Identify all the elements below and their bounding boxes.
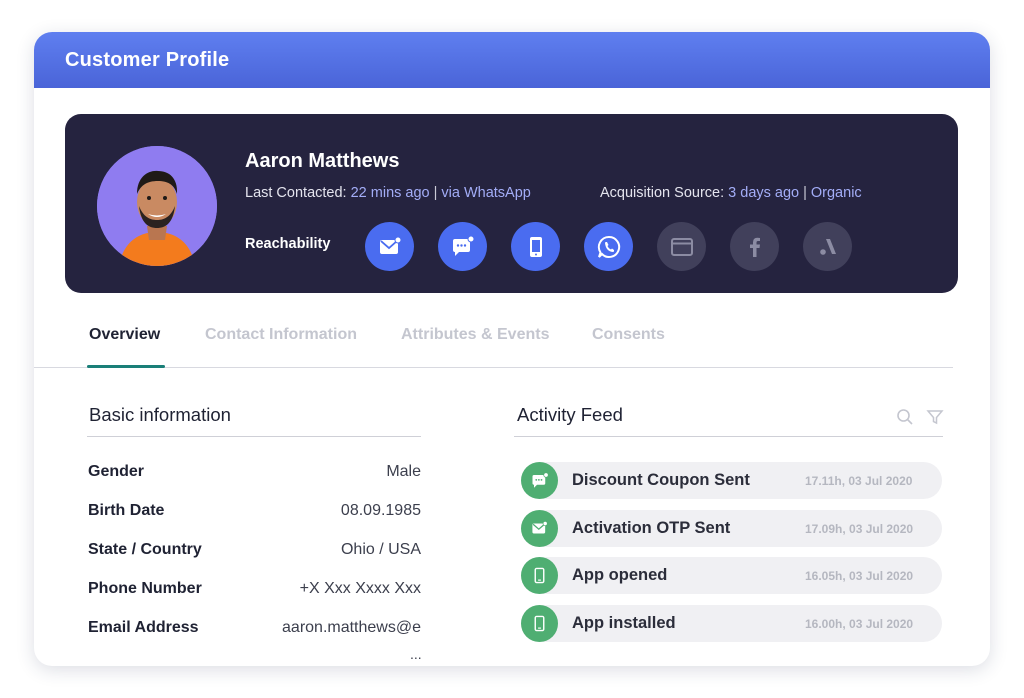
customer-profile-card: Customer Profile Aaron Matthews Last Con… [34, 32, 990, 666]
feed-item-icon [521, 462, 558, 499]
channel-mobile-push[interactable] [511, 222, 560, 271]
tab-consents[interactable]: Consents [592, 326, 665, 344]
reachability-channels [365, 222, 852, 271]
info-value: 08.09.1985 [340, 502, 421, 519]
separator: | [433, 185, 438, 201]
web-push-icon [670, 237, 693, 256]
mobile-push-icon [529, 236, 542, 257]
feed-item-app-opened[interactable]: App opened 16.05h, 03 Jul 2020 [521, 557, 942, 594]
last-contacted-label: Last Contacted: [245, 185, 347, 201]
feed-item-text: Discount Coupon Sent [572, 471, 750, 489]
feed-item-app-installed[interactable]: App installed 16.00h, 03 Jul 2020 [521, 605, 942, 642]
info-row-email-address: Email Address aaron.matthews@e [88, 619, 421, 641]
info-value: +X Xxx Xxxx Xxx [299, 580, 421, 597]
info-label: Email Address [88, 619, 199, 636]
feed-item-text: Activation OTP Sent [572, 519, 731, 537]
feed-item-time: 16.05h, 03 Jul 2020 [805, 569, 914, 583]
customer-name: Aaron Matthews [245, 150, 400, 172]
sms-icon [532, 471, 549, 488]
channel-facebook[interactable] [730, 222, 779, 271]
channel-email[interactable] [365, 222, 414, 271]
separator: | [803, 185, 807, 201]
info-row-phone-number: Phone Number +X Xxx Xxxx Xxx [88, 580, 421, 602]
info-label: State / Country [88, 541, 202, 558]
activity-feed-divider [514, 436, 943, 437]
acquisition-time: 3 days ago [728, 185, 800, 201]
last-contacted-via: via WhatsApp [441, 185, 531, 201]
feed-item-text: App opened [572, 566, 668, 584]
channel-ads[interactable] [803, 222, 852, 271]
basic-info-title: Basic information [89, 404, 231, 425]
acquisition-source: Acquisition Source: 3 days ago | Organic [600, 185, 862, 201]
info-label: Birth Date [88, 502, 165, 519]
info-value: Male [386, 463, 421, 480]
info-label: Gender [88, 463, 145, 480]
feed-item-discount-coupon[interactable]: Discount Coupon Sent 17.11h, 03 Jul 2020 [521, 462, 942, 499]
card-header: Customer Profile [34, 32, 990, 88]
search-icon[interactable] [896, 408, 914, 426]
email-icon [532, 521, 548, 534]
reachability-label: Reachability [245, 236, 331, 252]
filter-icon[interactable] [926, 408, 944, 426]
feed-item-icon [521, 557, 558, 594]
email-icon [379, 236, 401, 254]
tab-contact-information[interactable]: Contact Information [205, 326, 357, 344]
basic-info-divider [87, 436, 421, 437]
last-contacted-time: 22 mins ago [350, 185, 430, 201]
mobile-icon [534, 615, 545, 632]
info-label: Phone Number [88, 580, 202, 597]
mobile-icon [534, 567, 545, 584]
feed-item-time: 17.11h, 03 Jul 2020 [805, 474, 913, 488]
ads-icon [819, 238, 836, 255]
info-row-state-country: State / Country Ohio / USA [88, 541, 421, 563]
avatar [97, 146, 217, 266]
last-contacted: Last Contacted: 22 mins ago | via WhatsApp [245, 185, 531, 201]
feed-item-time: 17.09h, 03 Jul 2020 [805, 522, 914, 536]
activity-feed-tools [896, 408, 944, 426]
channel-sms[interactable] [438, 222, 487, 271]
activity-feed-title: Activity Feed [517, 404, 623, 425]
feed-item-icon [521, 510, 558, 547]
info-row-birth-date: Birth Date 08.09.1985 [88, 502, 421, 524]
info-value: aaron.matthews@e [282, 619, 421, 636]
active-tab-indicator [87, 365, 165, 368]
info-value: Ohio / USA [340, 541, 421, 558]
feed-item-icon [521, 605, 558, 642]
feed-item-activation-otp[interactable]: Activation OTP Sent 17.09h, 03 Jul 2020 [521, 510, 942, 547]
whatsapp-icon [597, 235, 620, 258]
info-row-gender: Gender Male [88, 463, 421, 485]
facebook-icon [749, 237, 760, 257]
tab-overview[interactable]: Overview [89, 326, 160, 344]
profile-summary: Aaron Matthews Last Contacted: 22 mins a… [65, 114, 958, 293]
channel-whatsapp[interactable] [584, 222, 633, 271]
sms-icon [452, 235, 474, 256]
feed-item-text: App installed [572, 614, 676, 632]
feed-item-time: 16.00h, 03 Jul 2020 [805, 617, 914, 631]
acquisition-label: Acquisition Source: [600, 185, 725, 201]
email-overflow-ellipsis: ... [410, 646, 422, 662]
channel-web-push[interactable] [657, 222, 706, 271]
tab-attributes-events[interactable]: Attributes & Events [401, 326, 549, 344]
page-title: Customer Profile [65, 48, 230, 71]
acquisition-source-value: Organic [810, 185, 862, 201]
profile-tabs: Overview Contact Information Attributes … [34, 320, 953, 368]
